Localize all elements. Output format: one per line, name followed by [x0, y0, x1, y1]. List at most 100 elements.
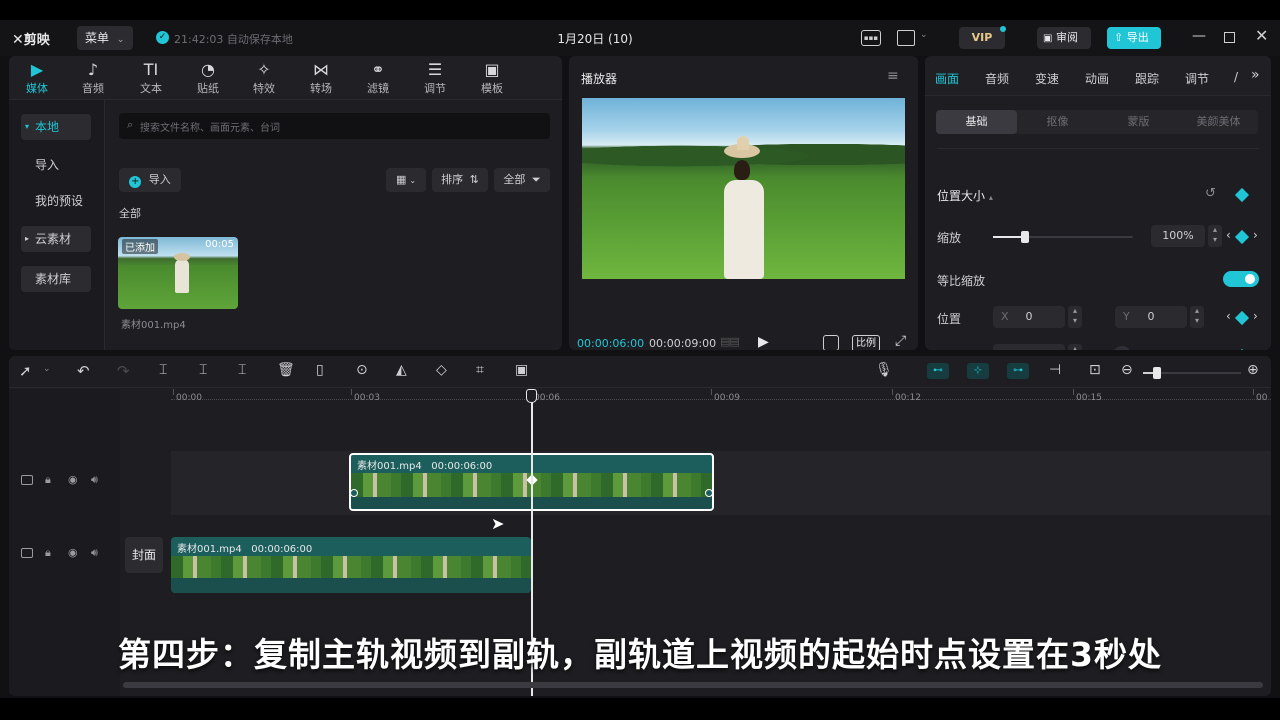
- keyframe-icon[interactable]: [1234, 229, 1250, 245]
- scale-slider[interactable]: [993, 231, 1133, 243]
- inspector-tab-adjust[interactable]: 调节: [1185, 70, 1209, 87]
- undo-icon[interactable]: ↶: [77, 362, 90, 380]
- split-left-icon[interactable]: ⌶: [199, 362, 207, 378]
- vip-button[interactable]: VIP: [959, 27, 1005, 49]
- inspector-tab-audio[interactable]: 音频: [985, 70, 1009, 87]
- rotation-input[interactable]: 0°: [993, 344, 1065, 350]
- minimize-icon[interactable]: —: [1192, 28, 1206, 44]
- screenshot-icon[interactable]: [823, 335, 839, 350]
- inspector-tab-picture[interactable]: 画面: [935, 70, 959, 87]
- scale-input[interactable]: 100%: [1151, 225, 1205, 247]
- delete-icon[interactable]: 🗑︎: [277, 362, 295, 378]
- eye-icon[interactable]: ◉: [68, 546, 78, 559]
- filter-button[interactable]: 全部 ⏷: [494, 168, 550, 192]
- subtab-basic[interactable]: 基础: [936, 110, 1017, 134]
- next-keyframe-icon[interactable]: ›: [1253, 228, 1258, 242]
- lock-icon[interactable]: 🔒︎: [45, 473, 51, 487]
- video-preview[interactable]: [582, 98, 905, 279]
- split-icon[interactable]: ⌶: [159, 362, 167, 378]
- microphone-icon[interactable]: 🎙︎: [875, 362, 893, 378]
- reset-icon[interactable]: ↺: [1205, 186, 1216, 201]
- scale-slider-thumb[interactable]: [1021, 231, 1030, 243]
- sidebar-item-import[interactable]: 导入: [21, 152, 91, 178]
- close-icon[interactable]: ✕: [1255, 26, 1268, 45]
- player-menu-icon[interactable]: ≡: [887, 68, 899, 84]
- clip-handle-left[interactable]: [350, 489, 358, 497]
- sidebar-item-library[interactable]: 素材库: [21, 266, 91, 292]
- cover-button[interactable]: 封面: [125, 537, 163, 573]
- sidebar-item-local[interactable]: ▾ 本地: [21, 114, 91, 140]
- zoom-slider[interactable]: [1143, 367, 1241, 379]
- crop-icon[interactable]: ⌗: [476, 362, 484, 378]
- zoom-out-icon[interactable]: ⊖: [1121, 362, 1133, 378]
- sidebar-item-presets[interactable]: 我的预设: [21, 188, 91, 214]
- track-video-icon[interactable]: [21, 475, 33, 485]
- layout-chevron-icon[interactable]: ⌄: [920, 30, 928, 40]
- uniform-scale-toggle[interactable]: [1223, 271, 1259, 287]
- select-tool-icon[interactable]: ➚: [19, 362, 32, 380]
- track-video-icon[interactable]: [21, 548, 33, 558]
- tab-template[interactable]: ▣ 模板: [465, 60, 519, 96]
- tab-sticker[interactable]: ◔ 贴纸: [181, 60, 235, 96]
- inspector-tab-overflow-icon[interactable]: /: [1234, 70, 1238, 84]
- prev-keyframe-icon[interactable]: ‹: [1226, 228, 1231, 242]
- volume-icon[interactable]: 🔊︎: [91, 546, 98, 560]
- playhead-handle[interactable]: [526, 389, 537, 403]
- search-input[interactable]: ⌕ 搜索文件名称、画面元素、台词: [119, 113, 550, 139]
- next-keyframe-icon[interactable]: ›: [1253, 309, 1258, 323]
- zoom-slider-thumb[interactable]: [1153, 367, 1161, 379]
- inspector-tab-speed[interactable]: 变速: [1035, 70, 1059, 87]
- tab-audio[interactable]: ♪ 音频: [66, 60, 120, 96]
- subtab-beauty[interactable]: 美颜美体: [1179, 110, 1258, 134]
- position-y-stepper[interactable]: ▴ ▾: [1190, 306, 1204, 328]
- freeze-frame-icon[interactable]: ▯: [316, 362, 324, 378]
- play-icon[interactable]: ▶: [758, 334, 769, 350]
- reverse-icon[interactable]: ⊙: [356, 362, 368, 378]
- clip-handle-right[interactable]: [705, 489, 713, 497]
- double-chevron-right-icon[interactable]: »: [1251, 67, 1260, 83]
- prev-keyframe-icon[interactable]: ‹: [1226, 347, 1231, 350]
- keyframe-icon[interactable]: [1234, 187, 1250, 203]
- section-position-size[interactable]: 位置大小 ▴: [937, 187, 993, 204]
- subtab-mask[interactable]: 蒙版: [1098, 110, 1179, 134]
- next-keyframe-icon[interactable]: ›: [1253, 347, 1258, 350]
- zoom-in-icon[interactable]: ⊕: [1247, 362, 1259, 378]
- volume-icon[interactable]: 🔊︎: [91, 473, 98, 487]
- tab-filter[interactable]: ⚭ 滤镜: [351, 60, 405, 96]
- preview-axis-icon[interactable]: ⊣: [1049, 362, 1061, 378]
- inspector-tab-tracking[interactable]: 跟踪: [1135, 70, 1159, 87]
- sidebar-item-cloud[interactable]: ▸ 云素材: [21, 226, 91, 252]
- linkage-icon[interactable]: ⊶: [1007, 363, 1029, 379]
- tab-media[interactable]: ▶ 媒体: [10, 60, 64, 96]
- mirror-icon[interactable]: ◭: [396, 362, 407, 378]
- rotate-icon[interactable]: ◇: [436, 362, 447, 378]
- prev-keyframe-icon[interactable]: ‹: [1226, 309, 1231, 323]
- rotation-dial[interactable]: [1113, 346, 1131, 350]
- keyframe-icon[interactable]: [1234, 348, 1250, 350]
- auto-cutout-icon[interactable]: ▣: [515, 362, 528, 378]
- media-thumbnail[interactable]: 已添加 00:05: [118, 237, 238, 309]
- keyframe-icon[interactable]: [1234, 310, 1250, 326]
- split-right-icon[interactable]: ⌶: [238, 362, 246, 378]
- auto-snap-icon[interactable]: ⊹: [967, 363, 989, 379]
- main-clip[interactable]: 素材001.mp4 00:00:06:00: [171, 537, 531, 593]
- position-x-stepper[interactable]: ▴ ▾: [1068, 306, 1082, 328]
- timeline-list-icon[interactable]: ▤▤: [720, 335, 740, 348]
- subtab-cutout[interactable]: 抠像: [1017, 110, 1098, 134]
- ratio-button[interactable]: 比例: [852, 335, 880, 350]
- export-button[interactable]: ⇧ 导出: [1107, 27, 1161, 49]
- tab-transition[interactable]: ⋈ 转场: [294, 60, 348, 96]
- scale-stepper[interactable]: ▴ ▾: [1208, 225, 1222, 247]
- main-track-magnet-icon[interactable]: ⊷: [927, 363, 949, 379]
- zoom-fit-icon[interactable]: ⊡: [1089, 362, 1101, 378]
- tab-text[interactable]: TI 文本: [124, 60, 178, 96]
- inspector-tab-animation[interactable]: 动画: [1085, 70, 1109, 87]
- menu-button[interactable]: 菜单 ⌄: [77, 26, 133, 50]
- rotation-stepper[interactable]: ▴▾: [1068, 344, 1082, 350]
- layout-icon[interactable]: [897, 30, 915, 46]
- sort-button[interactable]: 排序 ⇅: [432, 168, 488, 192]
- chevron-down-icon[interactable]: ⌄: [43, 364, 51, 374]
- position-x-input[interactable]: X 0: [993, 306, 1065, 328]
- redo-icon[interactable]: ↷: [117, 362, 130, 380]
- position-y-input[interactable]: Y 0: [1115, 306, 1187, 328]
